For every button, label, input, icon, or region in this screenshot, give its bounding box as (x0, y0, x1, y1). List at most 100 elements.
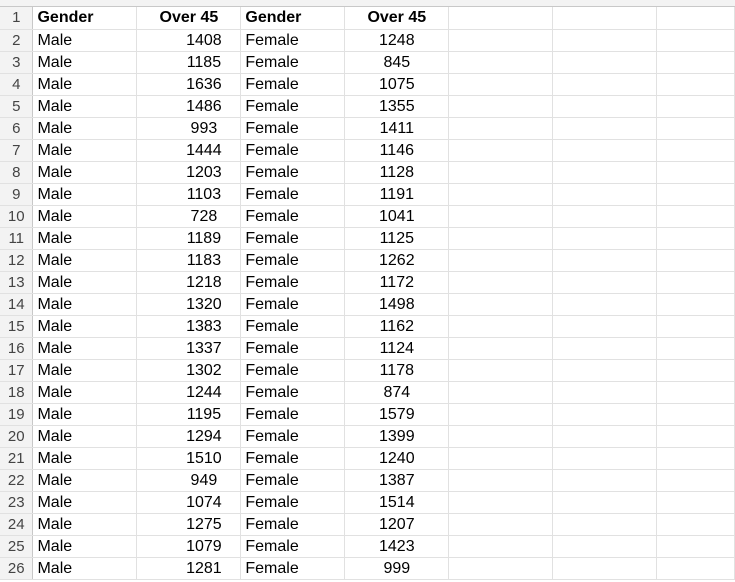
cell-over45-male[interactable]: 949 (136, 469, 242, 492)
cell-over45-female[interactable]: 1399 (344, 425, 450, 448)
empty-cell[interactable] (552, 359, 658, 382)
cell-over45-female[interactable]: 1207 (344, 513, 450, 536)
cell-gender-female[interactable]: Female (240, 513, 346, 536)
empty-cell[interactable] (552, 315, 658, 338)
cell-gender-female[interactable]: Female (240, 139, 346, 162)
cell-over45-male[interactable]: 1636 (136, 73, 242, 96)
empty-cell[interactable] (448, 73, 554, 96)
empty-cell[interactable] (656, 535, 735, 558)
empty-cell[interactable] (656, 161, 735, 184)
empty-cell[interactable] (656, 491, 735, 514)
cell-over45-male[interactable]: 1510 (136, 447, 242, 470)
row-number[interactable]: 4 (0, 73, 34, 96)
cell-over45-female[interactable]: 1172 (344, 271, 450, 294)
empty-cell[interactable] (448, 139, 554, 162)
empty-cell[interactable] (656, 293, 735, 316)
empty-cell[interactable] (448, 271, 554, 294)
cell-gender-female[interactable]: Female (240, 249, 346, 272)
empty-cell[interactable] (448, 51, 554, 74)
empty-cell[interactable] (552, 95, 658, 118)
empty-cell[interactable] (656, 557, 735, 580)
empty-cell[interactable] (552, 139, 658, 162)
cell-gender-female[interactable]: Female (240, 403, 346, 426)
cell-gender-female[interactable]: Female (240, 205, 346, 228)
row-number[interactable]: 25 (0, 535, 34, 558)
empty-cell[interactable] (448, 183, 554, 206)
cell-gender-female[interactable]: Female (240, 271, 346, 294)
header-cell-over45-2[interactable]: Over 45 (344, 7, 450, 30)
cell-over45-female[interactable]: 1240 (344, 447, 450, 470)
empty-cell[interactable] (552, 271, 658, 294)
cell-over45-female[interactable]: 1041 (344, 205, 450, 228)
cell-gender-male[interactable]: Male (32, 227, 138, 250)
cell-over45-female[interactable]: 1387 (344, 469, 450, 492)
cell-gender-female[interactable]: Female (240, 183, 346, 206)
cell-over45-female[interactable]: 1411 (344, 117, 450, 140)
cell-gender-female[interactable]: Female (240, 425, 346, 448)
empty-cell[interactable] (448, 293, 554, 316)
empty-cell[interactable] (552, 161, 658, 184)
cell-gender-female[interactable]: Female (240, 293, 346, 316)
row-number[interactable]: 1 (0, 7, 34, 30)
empty-cell[interactable] (552, 447, 658, 470)
cell-gender-female[interactable]: Female (240, 51, 346, 74)
cell-gender-male[interactable]: Male (32, 491, 138, 514)
row-number[interactable]: 16 (0, 337, 34, 360)
empty-cell[interactable] (552, 381, 658, 404)
header-cell-gender-2[interactable]: Gender (240, 7, 346, 30)
empty-cell[interactable] (656, 513, 735, 536)
empty-cell[interactable] (656, 29, 735, 52)
cell-gender-male[interactable]: Male (32, 557, 138, 580)
empty-cell[interactable] (552, 7, 658, 30)
cell-gender-male[interactable]: Male (32, 469, 138, 492)
cell-gender-male[interactable]: Male (32, 337, 138, 360)
cell-over45-female[interactable]: 1125 (344, 227, 450, 250)
empty-cell[interactable] (448, 227, 554, 250)
cell-over45-female[interactable]: 1514 (344, 491, 450, 514)
empty-cell[interactable] (656, 51, 735, 74)
cell-gender-female[interactable]: Female (240, 73, 346, 96)
empty-cell[interactable] (656, 337, 735, 360)
empty-cell[interactable] (448, 29, 554, 52)
cell-over45-male[interactable]: 1408 (136, 29, 242, 52)
row-number[interactable]: 22 (0, 469, 34, 492)
cell-over45-female[interactable]: 1498 (344, 293, 450, 316)
cell-gender-female[interactable]: Female (240, 117, 346, 140)
row-number[interactable]: 21 (0, 447, 34, 470)
empty-cell[interactable] (656, 139, 735, 162)
cell-gender-male[interactable]: Male (32, 161, 138, 184)
cell-over45-male[interactable]: 1337 (136, 337, 242, 360)
cell-over45-female[interactable]: 874 (344, 381, 450, 404)
empty-cell[interactable] (448, 161, 554, 184)
row-number[interactable]: 6 (0, 117, 34, 140)
empty-cell[interactable] (656, 315, 735, 338)
empty-cell[interactable] (448, 7, 554, 30)
cell-over45-female[interactable]: 1124 (344, 337, 450, 360)
cell-over45-female[interactable]: 1355 (344, 95, 450, 118)
empty-cell[interactable] (656, 271, 735, 294)
empty-cell[interactable] (656, 183, 735, 206)
cell-over45-female[interactable]: 845 (344, 51, 450, 74)
cell-over45-male[interactable]: 728 (136, 205, 242, 228)
empty-cell[interactable] (552, 73, 658, 96)
empty-cell[interactable] (656, 95, 735, 118)
row-number[interactable]: 8 (0, 161, 34, 184)
row-number[interactable]: 9 (0, 183, 34, 206)
cell-gender-male[interactable]: Male (32, 117, 138, 140)
cell-gender-male[interactable]: Male (32, 95, 138, 118)
cell-gender-male[interactable]: Male (32, 381, 138, 404)
cell-over45-male[interactable]: 1218 (136, 271, 242, 294)
column-header-bar[interactable] (0, 0, 735, 7)
row-number[interactable]: 26 (0, 557, 34, 580)
row-number[interactable]: 15 (0, 315, 34, 338)
empty-cell[interactable] (656, 73, 735, 96)
empty-cell[interactable] (656, 7, 735, 30)
empty-cell[interactable] (656, 447, 735, 470)
cell-gender-female[interactable]: Female (240, 491, 346, 514)
cell-over45-male[interactable]: 1103 (136, 183, 242, 206)
cell-over45-male[interactable]: 1444 (136, 139, 242, 162)
cell-gender-male[interactable]: Male (32, 73, 138, 96)
cell-over45-female[interactable]: 1178 (344, 359, 450, 382)
empty-cell[interactable] (448, 315, 554, 338)
row-number[interactable]: 3 (0, 51, 34, 74)
